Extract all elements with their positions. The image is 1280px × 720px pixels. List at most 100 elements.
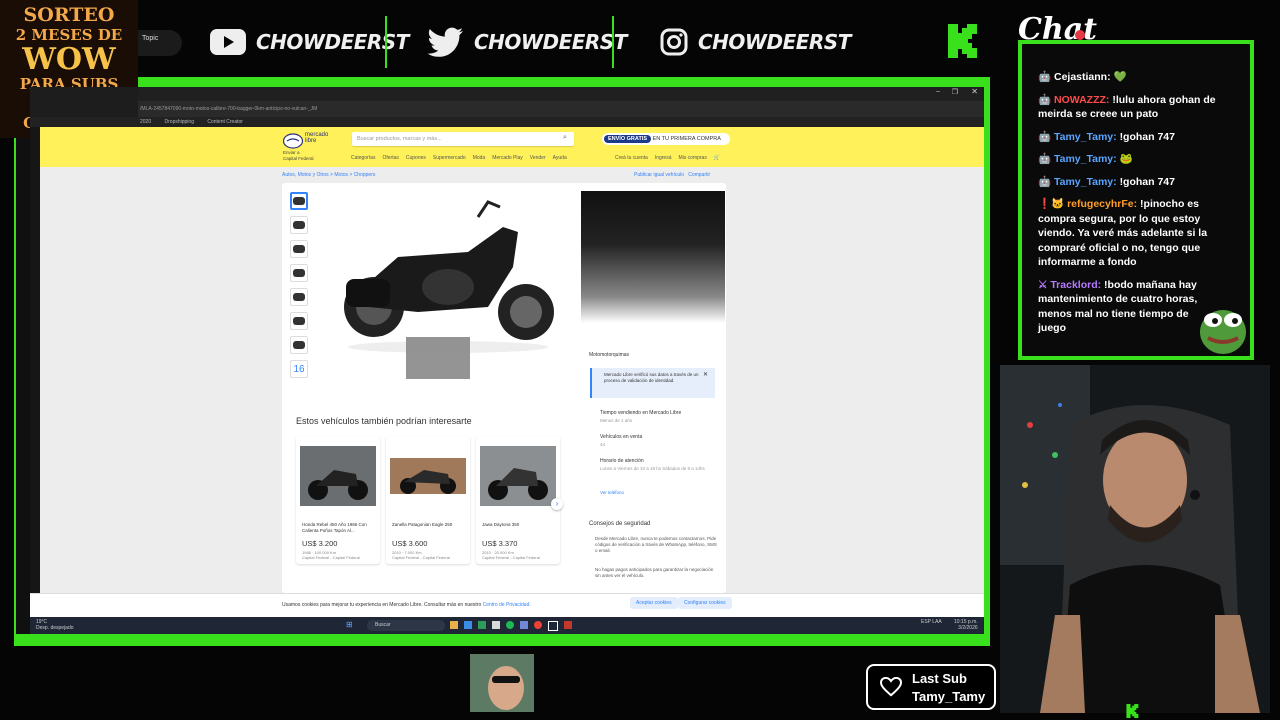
address-bar[interactable]: /MLA-2457847090-moto-motos-calibre-700-b… bbox=[138, 101, 984, 117]
app-icon[interactable] bbox=[506, 621, 514, 629]
windows-start-icon[interactable]: ⊞ bbox=[346, 620, 353, 629]
privacy-link[interactable]: Centro de Privacidad. bbox=[483, 602, 531, 608]
bookmark[interactable]: Content Creator bbox=[207, 119, 243, 125]
meta-title: Vehículos en venta bbox=[600, 434, 643, 440]
robot-icon: 🤖 bbox=[1038, 153, 1054, 165]
guest-photo bbox=[470, 654, 534, 712]
chat-message: ❗🐱 refugecyhrFe: !pinocho es compra segu… bbox=[1038, 197, 1216, 270]
twitter-icon bbox=[428, 27, 463, 57]
nav-item[interactable]: Creá tu cuenta bbox=[615, 155, 648, 161]
search-input[interactable]: Buscar productos, marcas y más... bbox=[352, 132, 574, 146]
bookmark[interactable]: Dropshipping bbox=[165, 119, 194, 125]
main-nav: Categorías Ofertas Cupones Supermercado … bbox=[351, 155, 567, 161]
vehicle-title: Jawa Daytona 350 bbox=[482, 522, 520, 527]
chat-message: ⚔ Tracklord: !bodo mañana hay mantenimie… bbox=[1038, 278, 1216, 336]
motorcycle-photo[interactable] bbox=[328, 197, 564, 357]
taskbar-search[interactable]: Buscar bbox=[367, 620, 445, 631]
chat-text: !gohan 747 bbox=[1119, 130, 1175, 143]
nav-item[interactable]: Ayuda bbox=[553, 155, 567, 161]
recommended-vehicle-card[interactable]: Jawa Daytona 350 US$ 3.370 2010 · 20.000… bbox=[476, 436, 560, 564]
app-icon[interactable] bbox=[520, 621, 528, 629]
breadcrumb-actions: Publicar igual vehículo Compartir bbox=[634, 172, 710, 178]
taskbar-apps bbox=[450, 621, 572, 631]
thumbnail[interactable] bbox=[290, 288, 308, 306]
recommended-vehicle-card[interactable]: Honda Rebel 450 Año 1986 Con Calienta Pu… bbox=[296, 436, 380, 564]
bookmarks-bar: 2020 Dropshipping Content Creator bbox=[30, 117, 984, 127]
configure-cookies-button[interactable]: Configurar cookies bbox=[678, 597, 732, 609]
divider bbox=[385, 16, 387, 68]
vehicle-photo bbox=[390, 446, 466, 506]
app-icon[interactable] bbox=[492, 621, 500, 629]
breadcrumb[interactable]: Autos, Motos y Otros > Motos > Choppers bbox=[282, 172, 375, 178]
app-icon[interactable] bbox=[548, 621, 558, 631]
instagram-handle: CHOWDEERST bbox=[660, 24, 851, 60]
ship-badge-text: EN TU PRIMERA COMPRA bbox=[652, 136, 721, 142]
chat-username: refugecyhrFe: bbox=[1067, 198, 1138, 210]
app-icon[interactable] bbox=[464, 621, 472, 629]
search-placeholder: Buscar productos, marcas y más... bbox=[357, 136, 442, 142]
publish-similar-link[interactable]: Publicar igual vehículo bbox=[634, 172, 684, 178]
thumbnail[interactable] bbox=[290, 192, 308, 210]
free-shipping-badge: ENVÍO GRATIS EN TU PRIMERA COMPRA bbox=[602, 133, 730, 145]
nav-item[interactable]: Mercado Play bbox=[492, 155, 523, 161]
vehicle-sub: 2010 · 20.000 Km Capital Federal - Capita… bbox=[482, 550, 540, 560]
seller-meta: Horario de atención Lunes a Viernes de 10… bbox=[600, 458, 715, 472]
close-icon[interactable]: ✕ bbox=[703, 371, 708, 378]
thumbnail[interactable] bbox=[290, 216, 308, 234]
thumbnail[interactable] bbox=[290, 312, 308, 330]
bookmark[interactable]: 2020 bbox=[140, 119, 151, 125]
vehicle-price: US$ 3.370 bbox=[482, 539, 518, 548]
accept-cookies-button[interactable]: Aceptar cookies bbox=[630, 597, 678, 609]
nav-item[interactable]: Ofertas bbox=[382, 155, 398, 161]
chat-message: 🤖 Tamy_Tamy: !gohan 747 bbox=[1038, 175, 1216, 190]
meta-value: Lunes a Viernes de 10 a 18 hs Sábados de… bbox=[600, 466, 705, 471]
promo-line-2: 2 MESES DE bbox=[15, 26, 123, 44]
thumbnail[interactable] bbox=[290, 336, 308, 354]
app-icon[interactable] bbox=[478, 621, 486, 629]
browser-titlebar: – ❐ ✕ bbox=[138, 87, 984, 101]
thumbnail[interactable] bbox=[290, 264, 308, 282]
clock[interactable]: 10:15 p.m. 3/2/2026 bbox=[954, 619, 978, 631]
more-photos-thumbnail[interactable]: 16 bbox=[290, 360, 308, 378]
chat-messages: 🤖 Cejastiann: 💚 🤖 NOWAZZZ: !lulu ahora g… bbox=[1038, 70, 1216, 344]
windows-taskbar: 19°C Desp. despejado ⊞ Buscar ESP LAA 10:… bbox=[30, 617, 984, 634]
app-icon[interactable] bbox=[450, 621, 458, 629]
webcam-feed bbox=[1000, 365, 1270, 713]
nav-item[interactable]: Vender bbox=[530, 155, 546, 161]
nav-item[interactable]: Cupones bbox=[406, 155, 426, 161]
weather-widget[interactable]: 19°C Desp. despejado bbox=[36, 619, 74, 631]
chat-username: Cejastiann: bbox=[1054, 71, 1111, 83]
chevron-right-icon[interactable]: › bbox=[551, 498, 563, 510]
recommended-vehicle-card[interactable]: Zanella Patagonian Eagle 250 US$ 3.600 2… bbox=[386, 436, 470, 564]
search-icon[interactable]: ⌕ bbox=[563, 134, 567, 142]
maximize-icon[interactable]: ❐ bbox=[952, 88, 958, 96]
nav-item[interactable]: Categorías bbox=[351, 155, 375, 161]
app-icon[interactable] bbox=[564, 621, 572, 629]
screen-border-right bbox=[984, 77, 990, 646]
motorcycle-detail-photo[interactable] bbox=[581, 191, 725, 323]
cart-icon[interactable]: 🛒 bbox=[714, 155, 720, 161]
nav-item[interactable]: Supermercado bbox=[433, 155, 466, 161]
seller-name[interactable]: Motomotorquimas bbox=[589, 352, 629, 358]
language-indicator[interactable]: ESP LAA bbox=[921, 619, 942, 625]
nav-item[interactable]: Mis compras bbox=[679, 155, 707, 161]
clock-date: 3/2/2026 bbox=[958, 625, 978, 631]
cookie-text: Usamos cookies para mejorar tu experienc… bbox=[282, 602, 531, 608]
thumbnail-strip: 16 bbox=[290, 192, 308, 384]
close-icon[interactable]: ✕ bbox=[971, 87, 978, 96]
streamer-webcam-image bbox=[1000, 365, 1270, 713]
nav-item[interactable]: Moda bbox=[473, 155, 486, 161]
see-phone-link[interactable]: Ver teléfono bbox=[600, 490, 624, 495]
share-link[interactable]: Compartir bbox=[688, 172, 710, 178]
delivery-location[interactable]: Enviar a Capital Federal bbox=[283, 150, 314, 162]
divider bbox=[612, 16, 614, 68]
topic-label: Topic bbox=[142, 35, 159, 42]
chat-message: 🤖 Tamy_Tamy: 🐸 bbox=[1038, 152, 1216, 167]
instagram-icon bbox=[660, 28, 688, 56]
nav-item[interactable]: Ingresá bbox=[655, 155, 672, 161]
chat-message: 🤖 NOWAZZZ: !lulu ahora gohan de meirda s… bbox=[1038, 93, 1216, 122]
app-icon[interactable] bbox=[534, 621, 542, 629]
thumbnail[interactable] bbox=[290, 240, 308, 258]
youtube-icon bbox=[210, 29, 246, 55]
minimize-icon[interactable]: – bbox=[936, 88, 940, 95]
